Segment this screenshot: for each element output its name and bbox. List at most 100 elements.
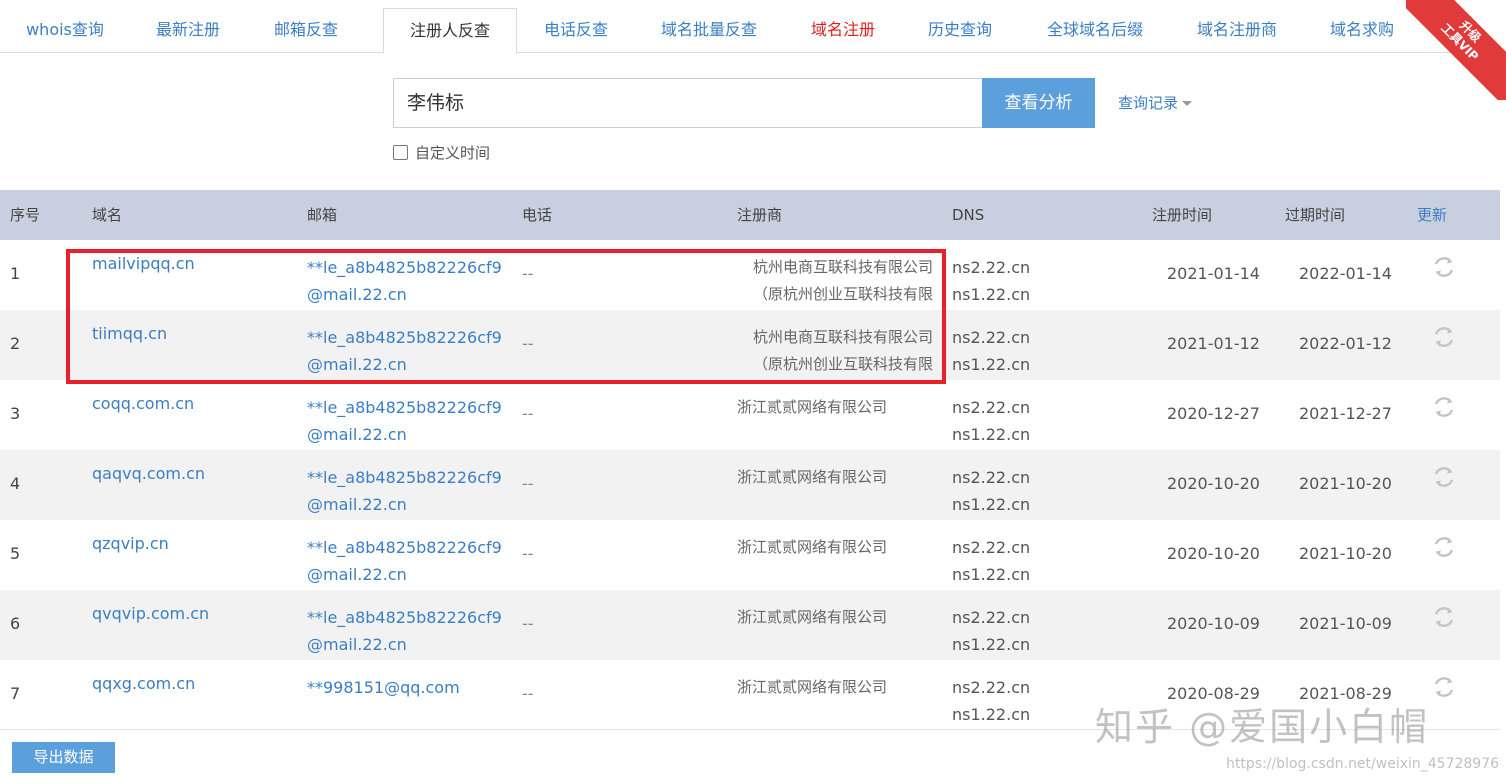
header-phone: 电话: [522, 206, 553, 224]
email-cell: **le_a8b4825b82226cf9 @mail.22.cn: [307, 604, 502, 658]
custom-time-checkbox[interactable]: [393, 145, 408, 160]
domain-link[interactable]: qqxg.com.cn: [92, 674, 195, 693]
email-cell: **le_a8b4825b82226cf9 @mail.22.cn: [307, 394, 502, 448]
registration-date: 2020-10-09: [1167, 614, 1260, 633]
tab-domain-registration[interactable]: 域名注册: [793, 8, 893, 53]
tab-history-query[interactable]: 历史查询: [910, 8, 1010, 53]
phone-cell: --: [522, 334, 534, 353]
dns-line-2: ns1.22.cn: [952, 425, 1031, 444]
tab-registrant-reverse[interactable]: 注册人反查: [383, 8, 517, 54]
registrar-cell: 浙江贰贰网络有限公司: [737, 674, 887, 701]
expiration-date: 2021-12-27: [1299, 404, 1392, 423]
phone-cell: --: [522, 684, 534, 703]
email-line-1: **998151@qq.com: [307, 678, 460, 697]
tab-batch-reverse[interactable]: 域名批量反查: [648, 8, 770, 53]
table-row: 3 coqq.com.cn **le_a8b4825b82226cf9 @mail.2…: [0, 380, 1500, 450]
registrar-line-2: （原杭州创业互联科技有限: [752, 355, 933, 373]
domain-link[interactable]: mailvipqq.cn: [92, 254, 195, 273]
header-refresh[interactable]: 更新: [1417, 190, 1447, 240]
refresh-icon[interactable]: [1432, 325, 1456, 349]
header-registrar: 注册商: [737, 206, 783, 224]
expiration-date: 2021-10-20: [1299, 474, 1392, 493]
row-number: 3: [10, 404, 21, 423]
tab-latest-registration[interactable]: 最新注册: [138, 8, 238, 53]
query-history-label: 查询记录: [1118, 94, 1179, 112]
refresh-icon[interactable]: [1432, 675, 1456, 699]
domain-link[interactable]: qaqvq.com.cn: [92, 464, 205, 483]
tab-phone-reverse[interactable]: 电话反查: [526, 8, 626, 53]
phone-cell: --: [522, 474, 534, 493]
registration-date: 2020-12-27: [1167, 404, 1260, 423]
header-num: 序号: [10, 206, 41, 224]
table-header: 序号 域名 邮箱 电话 注册商 DNS 注册时间 过期时间 更新: [0, 190, 1500, 240]
registrar-cell: 杭州电商互联科技有限公司 （原杭州创业互联科技有限: [753, 324, 933, 378]
custom-time-option[interactable]: 自定义时间: [393, 142, 490, 163]
email-cell: **le_a8b4825b82226cf9 @mail.22.cn: [307, 534, 502, 588]
email-line-1: **le_a8b4825b82226cf9: [307, 608, 502, 627]
header-reg-date: 注册时间: [1152, 206, 1213, 224]
dns-cell: ns2.22.cn ns1.22.cn: [952, 394, 1030, 448]
expiration-date: 2022-01-12: [1299, 334, 1392, 353]
dns-cell: ns2.22.cn ns1.22.cn: [952, 324, 1030, 378]
dns-line-1: ns2.22.cn: [952, 258, 1031, 277]
registrar-cell: 浙江贰贰网络有限公司: [737, 604, 887, 631]
email-cell: **998151@qq.com: [307, 674, 460, 701]
email-line-2: @mail.22.cn: [307, 495, 407, 514]
registrar-cell: 浙江贰贰网络有限公司: [737, 394, 887, 421]
tab-email-reverse[interactable]: 邮箱反查: [256, 8, 356, 53]
dns-line-2: ns1.22.cn: [952, 565, 1031, 584]
refresh-icon[interactable]: [1432, 535, 1456, 559]
tab-global-suffix[interactable]: 全球域名后缀: [1032, 8, 1158, 53]
tab-whois[interactable]: whois查询: [10, 8, 120, 53]
refresh-icon[interactable]: [1432, 465, 1456, 489]
expiration-date: 2021-10-09: [1299, 614, 1392, 633]
dns-line-2: ns1.22.cn: [952, 355, 1031, 374]
domain-link[interactable]: qzqvip.cn: [92, 534, 169, 553]
email-line-1: **le_a8b4825b82226cf9: [307, 258, 502, 277]
query-history-dropdown[interactable]: 查询记录: [1118, 92, 1193, 113]
table-row: 2 tiimqq.cn **le_a8b4825b82226cf9 @mail.22.…: [0, 310, 1500, 380]
tab-registrar[interactable]: 域名注册商: [1182, 8, 1292, 53]
vip-ribbon[interactable]: 升级 工具VIP: [1406, 0, 1506, 100]
row-number: 1: [10, 264, 21, 283]
email-line-1: **le_a8b4825b82226cf9: [307, 468, 502, 487]
registration-date: 2020-10-20: [1167, 544, 1260, 563]
tab-domain-wanted[interactable]: 域名求购: [1312, 8, 1412, 53]
domain-link[interactable]: qvqvip.com.cn: [92, 604, 209, 623]
registrar-line-1: 浙江贰贰网络有限公司: [737, 608, 888, 626]
registrar-cell: 浙江贰贰网络有限公司: [737, 534, 887, 561]
dns-line-2: ns1.22.cn: [952, 705, 1031, 724]
dns-line-1: ns2.22.cn: [952, 468, 1031, 487]
registrar-line-1: 浙江贰贰网络有限公司: [737, 678, 888, 696]
email-line-2: @mail.22.cn: [307, 285, 407, 304]
domain-link[interactable]: coqq.com.cn: [92, 394, 194, 413]
table-row: 4 qaqvq.com.cn **le_a8b4825b82226cf9 @mail.…: [0, 450, 1500, 520]
row-number: 7: [10, 684, 21, 703]
dns-line-2: ns1.22.cn: [952, 635, 1031, 654]
dns-line-2: ns1.22.cn: [952, 285, 1031, 304]
registrar-cell: 浙江贰贰网络有限公司: [737, 464, 887, 491]
email-line-2: @mail.22.cn: [307, 635, 407, 654]
refresh-icon[interactable]: [1432, 605, 1456, 629]
refresh-icon[interactable]: [1432, 395, 1456, 419]
view-analysis-button[interactable]: 查看分析: [982, 78, 1095, 128]
refresh-icon[interactable]: [1432, 255, 1456, 279]
header-exp-date: 过期时间: [1285, 206, 1346, 224]
search-input[interactable]: 李伟标: [393, 78, 983, 128]
header-domain: 域名: [92, 206, 123, 224]
registration-date: 2020-10-20: [1167, 474, 1260, 493]
dns-cell: ns2.22.cn ns1.22.cn: [952, 464, 1030, 518]
registrar-line-1: 浙江贰贰网络有限公司: [737, 398, 888, 416]
phone-cell: --: [522, 544, 534, 563]
dns-cell: ns2.22.cn ns1.22.cn: [952, 534, 1030, 588]
domain-link[interactable]: tiimqq.cn: [92, 324, 167, 343]
expiration-date: 2022-01-14: [1299, 264, 1392, 283]
registration-date: 2021-01-12: [1167, 334, 1260, 353]
dns-cell: ns2.22.cn ns1.22.cn: [952, 254, 1030, 308]
table-row: 5 qzqvip.cn **le_a8b4825b82226cf9 @mail.22.…: [0, 520, 1500, 590]
dns-line-1: ns2.22.cn: [952, 398, 1031, 417]
email-line-2: @mail.22.cn: [307, 565, 407, 584]
caret-down-icon: [1182, 101, 1193, 106]
export-data-button[interactable]: 导出数据: [12, 742, 115, 773]
registrar-line-1: 浙江贰贰网络有限公司: [737, 538, 888, 556]
